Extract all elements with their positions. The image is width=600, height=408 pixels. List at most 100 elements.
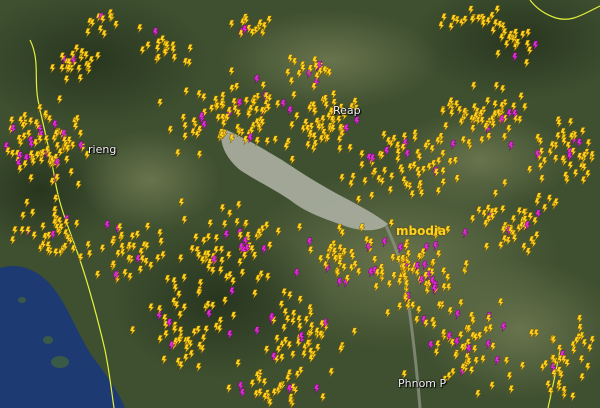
lightning-bolt-icon	[195, 325, 202, 335]
lightning-bolt-icon	[389, 253, 397, 263]
lightning-bolt-icon	[381, 166, 389, 177]
lightning-bolt-icon	[478, 135, 486, 146]
lightning-bolt-icon	[182, 353, 190, 363]
lightning-bolt-icon	[137, 265, 145, 275]
lightning-bolt-icon	[29, 208, 37, 219]
lightning-bolt-icon	[254, 136, 261, 147]
lightning-bolt-icon	[518, 92, 525, 102]
lightning-bolt-icon	[19, 211, 27, 221]
lightning-bolt-icon-recent	[287, 105, 294, 116]
lightning-bolt-icon	[578, 355, 586, 365]
lightning-bolt-icon	[63, 75, 71, 85]
lightning-bolt-icon-recent	[462, 228, 469, 239]
map-view[interactable]: rieng Reap mbodia Phnom P	[0, 0, 600, 408]
lightning-bolt-icon	[396, 302, 404, 312]
lightning-bolt-icon-recent	[239, 388, 247, 398]
lightning-bolt-icon	[263, 345, 271, 355]
lightning-bolt-icon	[347, 143, 354, 154]
lightning-bolt-icon	[230, 311, 238, 321]
lightning-bolt-icon	[579, 372, 586, 383]
lightning-bolt-icon	[584, 362, 592, 372]
lightning-bolt-icon	[572, 169, 580, 179]
lightning-bolt-icon-recent	[253, 326, 261, 336]
lightning-bolt-icon	[501, 178, 509, 189]
lightning-bolt-icon	[336, 144, 344, 155]
lightning-bolt-icon	[438, 21, 445, 31]
lightning-bolt-icon	[289, 317, 297, 327]
lightning-bolt-icon	[489, 381, 496, 391]
lightning-bolt-icon	[217, 316, 225, 326]
lightning-bolt-icon-recent	[532, 40, 540, 51]
lightning-bolt-icon-recent	[166, 318, 174, 329]
lightning-bolt-icon	[537, 162, 545, 172]
lightning-bolt-icon	[289, 155, 296, 165]
lightning-bolt-icon-recent	[306, 237, 314, 247]
lightning-bolt-icon-recent	[508, 141, 515, 151]
lightning-bolt-icon	[505, 124, 513, 135]
lightning-bolt-icon	[278, 300, 286, 310]
lightning-bolt-icon	[541, 203, 549, 214]
lightning-bolt-icon	[454, 16, 461, 26]
lightning-bolt-icon	[521, 102, 529, 113]
lightning-bolt-icon	[471, 344, 479, 355]
lightning-bolt-icon	[293, 112, 301, 122]
lightning-bolt-icon	[147, 303, 155, 313]
lightning-bolt-icon-recent	[494, 356, 501, 366]
lightning-bolt-icon-recent	[260, 244, 268, 255]
lightning-bolt-icon	[420, 165, 428, 175]
lightning-bolt-icon	[457, 298, 465, 309]
lightning-bolt-icon	[192, 233, 200, 243]
lightning-bolt-icon	[492, 100, 499, 110]
lightning-bolt-icon	[484, 96, 492, 107]
lightning-bolt-icon	[589, 335, 596, 346]
lightning-bolt-icon	[31, 231, 38, 241]
lightning-bolt-icon	[339, 228, 347, 239]
lightning-bolt-icon	[288, 120, 296, 131]
lightning-bolt-icon	[213, 234, 221, 244]
lightning-bolt-icon	[178, 198, 186, 208]
lightning-bolt-icon	[253, 105, 261, 116]
lightning-bolt-icon	[167, 125, 174, 136]
lightning-bolt-icon	[147, 261, 155, 271]
lightning-bolt-icon	[371, 255, 379, 265]
lightning-bolt-icon	[286, 340, 294, 351]
lightning-bolt-icon	[94, 270, 102, 280]
lightning-bolt-icon	[314, 343, 322, 353]
lightning-bolt-icon	[236, 258, 244, 268]
lightning-bolt-icon	[264, 137, 271, 147]
lightning-bolt-icon	[351, 327, 359, 337]
lightning-bolt-icon	[531, 216, 539, 227]
lightning-bolt-icon	[355, 195, 363, 205]
lightning-bolt-icon	[23, 198, 31, 208]
lightning-bolt-icon	[112, 20, 120, 30]
lightning-bolt-icon	[297, 295, 304, 305]
lightning-bolt-icon	[130, 242, 138, 252]
lightning-bolt-icon	[516, 207, 524, 217]
lightning-bolt-icon	[576, 314, 584, 324]
lightning-bolt-icon	[86, 249, 94, 260]
lightning-bolt-icon	[77, 74, 84, 84]
lightning-bolt-icon	[485, 16, 492, 27]
lightning-bolt-icon	[84, 28, 92, 38]
lightning-bolt-icon	[358, 149, 366, 160]
lightning-bolt-icon	[239, 268, 247, 279]
lightning-bolt-icon	[368, 191, 376, 201]
lightning-bolt-icon	[221, 220, 229, 230]
lightning-bolt-icon	[181, 273, 188, 284]
lightning-bolt-icon	[469, 124, 477, 134]
lightning-bolt-icon	[554, 131, 562, 142]
lightning-bolt-icon	[77, 253, 85, 263]
lightning-bolt-icon	[186, 58, 193, 69]
lightning-bolt-icon	[228, 19, 236, 30]
lightning-bolt-icon	[160, 355, 168, 365]
lightning-bolt-icon	[183, 87, 190, 97]
lightning-bolt-icon	[447, 157, 454, 167]
lightning-bolt-icon	[533, 328, 540, 339]
lightning-bolt-icon	[497, 298, 505, 308]
lightning-bolt-icon	[386, 279, 394, 290]
lightning-bolt-icon	[139, 46, 147, 56]
lightning-bolt-icon	[129, 232, 137, 242]
lightning-bolt-icon	[380, 130, 388, 141]
lightning-bolt-icon	[195, 362, 203, 373]
lightning-bolt-icon	[516, 115, 524, 126]
